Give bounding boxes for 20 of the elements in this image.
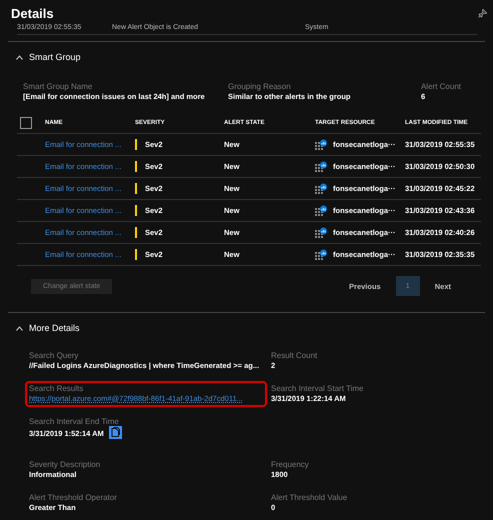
field-label: Alert Count — [420, 82, 461, 91]
field-label: Search Interval End Time — [29, 417, 120, 426]
select-all-checkbox[interactable] — [20, 117, 32, 129]
chevron-up-icon[interactable] — [16, 326, 23, 330]
pin-icon[interactable] — [478, 8, 487, 18]
field-label: Smart Group Name — [23, 82, 94, 91]
section-title[interactable]: More Details — [29, 323, 80, 333]
field-label: Grouping Reason — [228, 82, 292, 91]
panel-title: Details — [11, 6, 54, 20]
field-label: Alert Threshold Value — [271, 493, 348, 502]
copy-icon[interactable] — [108, 426, 122, 439]
field-label: Result Count — [271, 351, 318, 360]
field-label: Alert Threshold Operator — [29, 493, 118, 502]
field-label: Frequency — [271, 460, 310, 469]
field-label: Search Interval Start Time — [271, 384, 364, 393]
field-label: Severity Description — [29, 460, 102, 469]
field-label: Search Query — [29, 351, 80, 360]
chevron-up-icon[interactable] — [16, 54, 23, 60]
field-label: Search Results — [29, 384, 84, 393]
section-title[interactable]: Smart Group — [29, 52, 81, 62]
